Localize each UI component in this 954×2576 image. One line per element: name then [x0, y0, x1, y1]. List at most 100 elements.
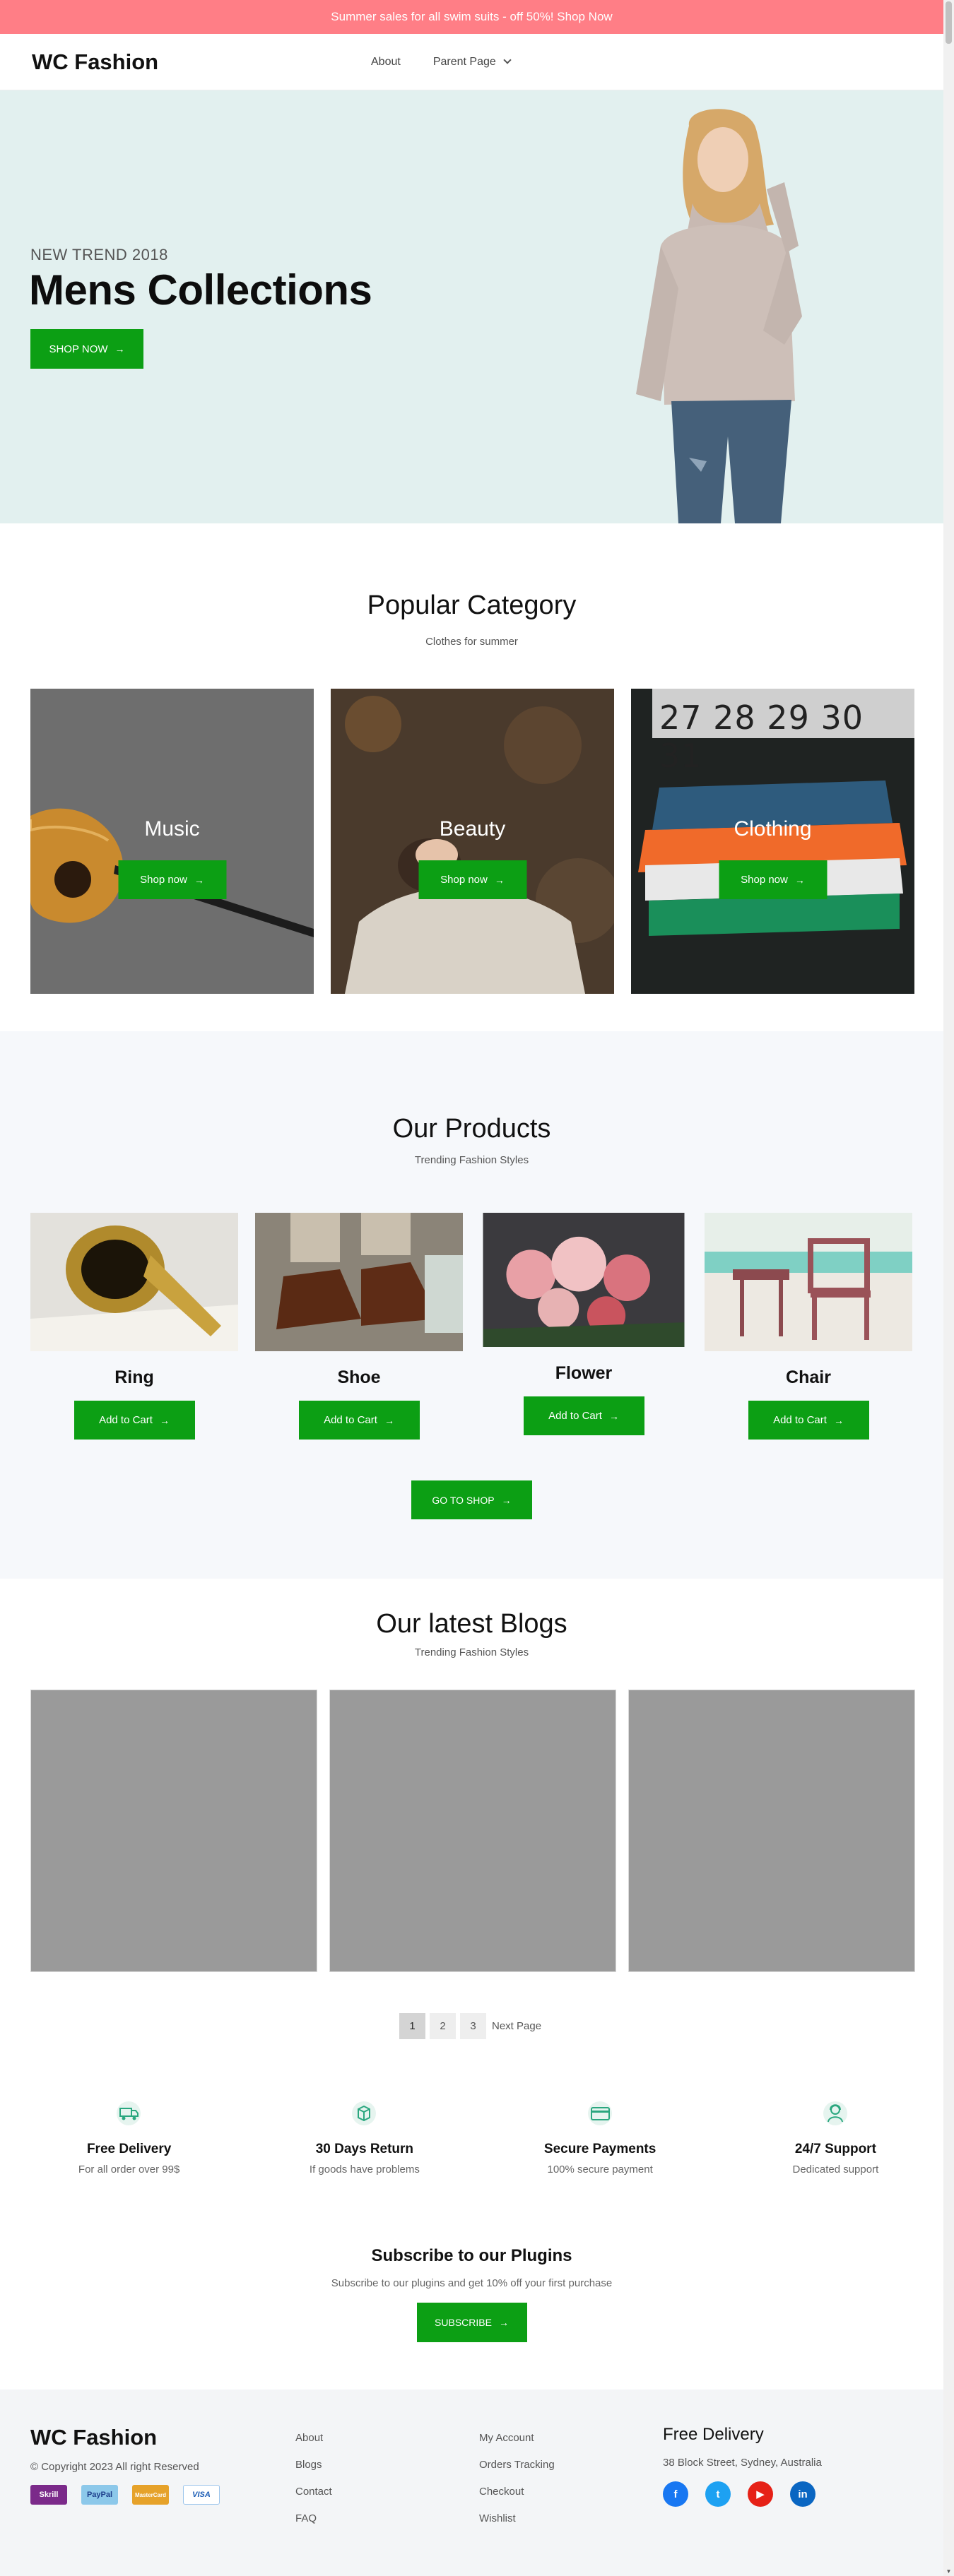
- product-name[interactable]: Chair: [705, 1367, 912, 1388]
- category-shop-now-button[interactable]: Shop now →: [719, 860, 827, 899]
- promo-topbar[interactable]: Summer sales for all swim suits - off 50…: [0, 0, 943, 34]
- category-card-clothing[interactable]: 27 28 29 30 31 Clothing Shop now →: [631, 689, 914, 994]
- blog-card[interactable]: [329, 1690, 616, 1972]
- blog-grid: [30, 1690, 915, 1972]
- arrow-right-icon: →: [498, 2317, 509, 2328]
- promo-text[interactable]: Summer sales for all swim suits - off 50…: [331, 10, 612, 23]
- page: Summer sales for all swim suits - off 50…: [0, 0, 943, 2576]
- footer-link-contact[interactable]: Contact: [295, 2486, 332, 2512]
- footer-logo[interactable]: WC Fashion: [30, 2425, 157, 2450]
- facebook-icon[interactable]: f: [663, 2481, 688, 2507]
- product-card-flower: Flower Add to Cart →: [480, 1213, 688, 1440]
- copyright-text: © Copyright 2023 All right Reserved: [30, 2461, 199, 2473]
- linkedin-icon[interactable]: in: [790, 2481, 815, 2507]
- nav-item-parent-page[interactable]: Parent Page: [432, 56, 512, 69]
- footer-link-wishlist[interactable]: Wishlist: [479, 2512, 555, 2539]
- button-label: Shop now: [741, 874, 788, 886]
- twitter-icon[interactable]: t: [705, 2481, 731, 2507]
- page-3-button[interactable]: 3: [460, 2013, 486, 2039]
- products-section: Our Products Trending Fashion Styles Rin…: [0, 1031, 943, 1579]
- site-logo[interactable]: WC Fashion: [32, 49, 158, 75]
- mastercard-icon: MasterCard: [132, 2485, 169, 2505]
- products-title: Our Products: [392, 1114, 551, 1144]
- category-shop-now-button[interactable]: Shop now →: [118, 860, 226, 899]
- scroll-down-arrow-icon[interactable]: ▼: [946, 2568, 952, 2575]
- footer-link-about[interactable]: About: [295, 2432, 332, 2459]
- category-shop-now-button[interactable]: Shop now →: [418, 860, 526, 899]
- product-name[interactable]: Flower: [480, 1363, 688, 1384]
- support-agent-icon: [823, 2101, 847, 2125]
- feature-title: Free Delivery: [86, 2142, 172, 2156]
- nav-item-about[interactable]: About: [371, 56, 401, 69]
- delivery-truck-icon: [117, 2101, 141, 2125]
- button-label: SUBSCRIBE: [435, 2317, 492, 2328]
- category-card-beauty[interactable]: Beauty Shop now →: [331, 689, 614, 994]
- feature-title: Secure Payments: [543, 2142, 656, 2156]
- add-to-cart-button[interactable]: Add to Cart →: [298, 1401, 420, 1440]
- hero-button-label: SHOP NOW: [49, 343, 108, 355]
- button-label: GO TO SHOP: [432, 1494, 495, 1506]
- add-to-cart-button[interactable]: Add to Cart →: [748, 1401, 869, 1440]
- footer-links-col1: About Blogs Contact FAQ: [295, 2432, 332, 2539]
- hero-title: Mens Collections: [29, 266, 372, 314]
- next-page-link[interactable]: Next Page: [492, 2020, 541, 2032]
- footer-address: 38 Block Street, Sydney, Australia: [663, 2457, 822, 2469]
- page-1-button[interactable]: 1: [399, 2013, 425, 2039]
- blog-card[interactable]: [30, 1690, 317, 1972]
- paypal-icon: PayPal: [81, 2485, 118, 2505]
- pagination: 1 2 3 Next Page: [399, 2013, 541, 2039]
- button-label: Add to Cart: [324, 1414, 377, 1426]
- subscribe-button[interactable]: SUBSCRIBE →: [416, 2303, 527, 2342]
- site-header: WC Fashion About Parent Page: [0, 34, 943, 90]
- blogs-title: Our latest Blogs: [376, 1609, 567, 1639]
- visa-icon: VISA: [183, 2485, 220, 2505]
- add-to-cart-button[interactable]: Add to Cart →: [523, 1396, 644, 1435]
- page-2-button[interactable]: 2: [430, 2013, 456, 2039]
- footer-link-faq[interactable]: FAQ: [295, 2512, 332, 2539]
- category-name: Beauty: [439, 817, 506, 841]
- feature-free-delivery: Free Delivery For all order over 99$: [21, 2098, 237, 2176]
- arrow-right-icon: →: [794, 874, 805, 886]
- product-name[interactable]: Shoe: [255, 1367, 463, 1388]
- arrow-right-icon: →: [194, 874, 204, 886]
- hero-shop-now-button[interactable]: SHOP NOW →: [30, 329, 143, 369]
- go-to-shop-button[interactable]: GO TO SHOP →: [411, 1480, 532, 1519]
- social-links: f t ▶ in: [663, 2481, 815, 2507]
- payment-methods: Skrill PayPal MasterCard VISA: [30, 2485, 220, 2505]
- features-row: Free Delivery For all order over 99$ 30 …: [0, 2098, 943, 2176]
- product-name[interactable]: Ring: [30, 1367, 238, 1388]
- site-footer: WC Fashion © Copyright 2023 All right Re…: [0, 2390, 943, 2576]
- feature-title: 30 Days Return: [315, 2142, 414, 2156]
- category-title: Popular Category: [367, 590, 577, 620]
- footer-link-checkout[interactable]: Checkout: [479, 2486, 555, 2512]
- blog-card[interactable]: [628, 1690, 915, 1972]
- add-to-cart-button[interactable]: Add to Cart →: [73, 1401, 195, 1440]
- subscribe-section: Subscribe to our Plugins Subscribe to ou…: [0, 2246, 943, 2342]
- category-name: Music: [144, 817, 200, 841]
- beach-chairs-image[interactable]: [705, 1213, 912, 1351]
- scrollbar-thumb[interactable]: [946, 1, 952, 44]
- beauty-image: [331, 689, 614, 994]
- button-label: Add to Cart: [773, 1414, 827, 1426]
- youtube-icon[interactable]: ▶: [748, 2481, 773, 2507]
- roses-image[interactable]: [480, 1213, 688, 1347]
- footer-link-blogs[interactable]: Blogs: [295, 2459, 332, 2486]
- main-nav: About Parent Page: [371, 34, 512, 90]
- category-card-music[interactable]: Music Shop now →: [30, 689, 314, 994]
- skrill-icon: Skrill: [30, 2485, 67, 2505]
- vertical-scrollbar[interactable]: ▼: [943, 0, 954, 2576]
- feature-subtitle: For all order over 99$: [78, 2164, 180, 2176]
- footer-link-orders-tracking[interactable]: Orders Tracking: [479, 2459, 555, 2486]
- blogs-section: Our latest Blogs Trending Fashion Styles…: [0, 1579, 943, 2059]
- category-subtitle: Clothes for summer: [425, 636, 518, 648]
- button-label: Shop now: [140, 874, 187, 886]
- category-grid: Music Shop now → Beauty Shop now → 27 28…: [30, 689, 914, 994]
- credit-card-icon: [587, 2101, 612, 2125]
- footer-link-my-account[interactable]: My Account: [479, 2432, 555, 2459]
- blogs-subtitle: Trending Fashion Styles: [414, 1646, 529, 1658]
- nav-item-parent-page-label: Parent Page: [432, 56, 496, 68]
- footer-delivery-title: Free Delivery: [663, 2425, 764, 2444]
- shoes-image[interactable]: [255, 1213, 463, 1351]
- hero-model-image: [636, 109, 802, 523]
- saxophone-image[interactable]: [30, 1213, 238, 1351]
